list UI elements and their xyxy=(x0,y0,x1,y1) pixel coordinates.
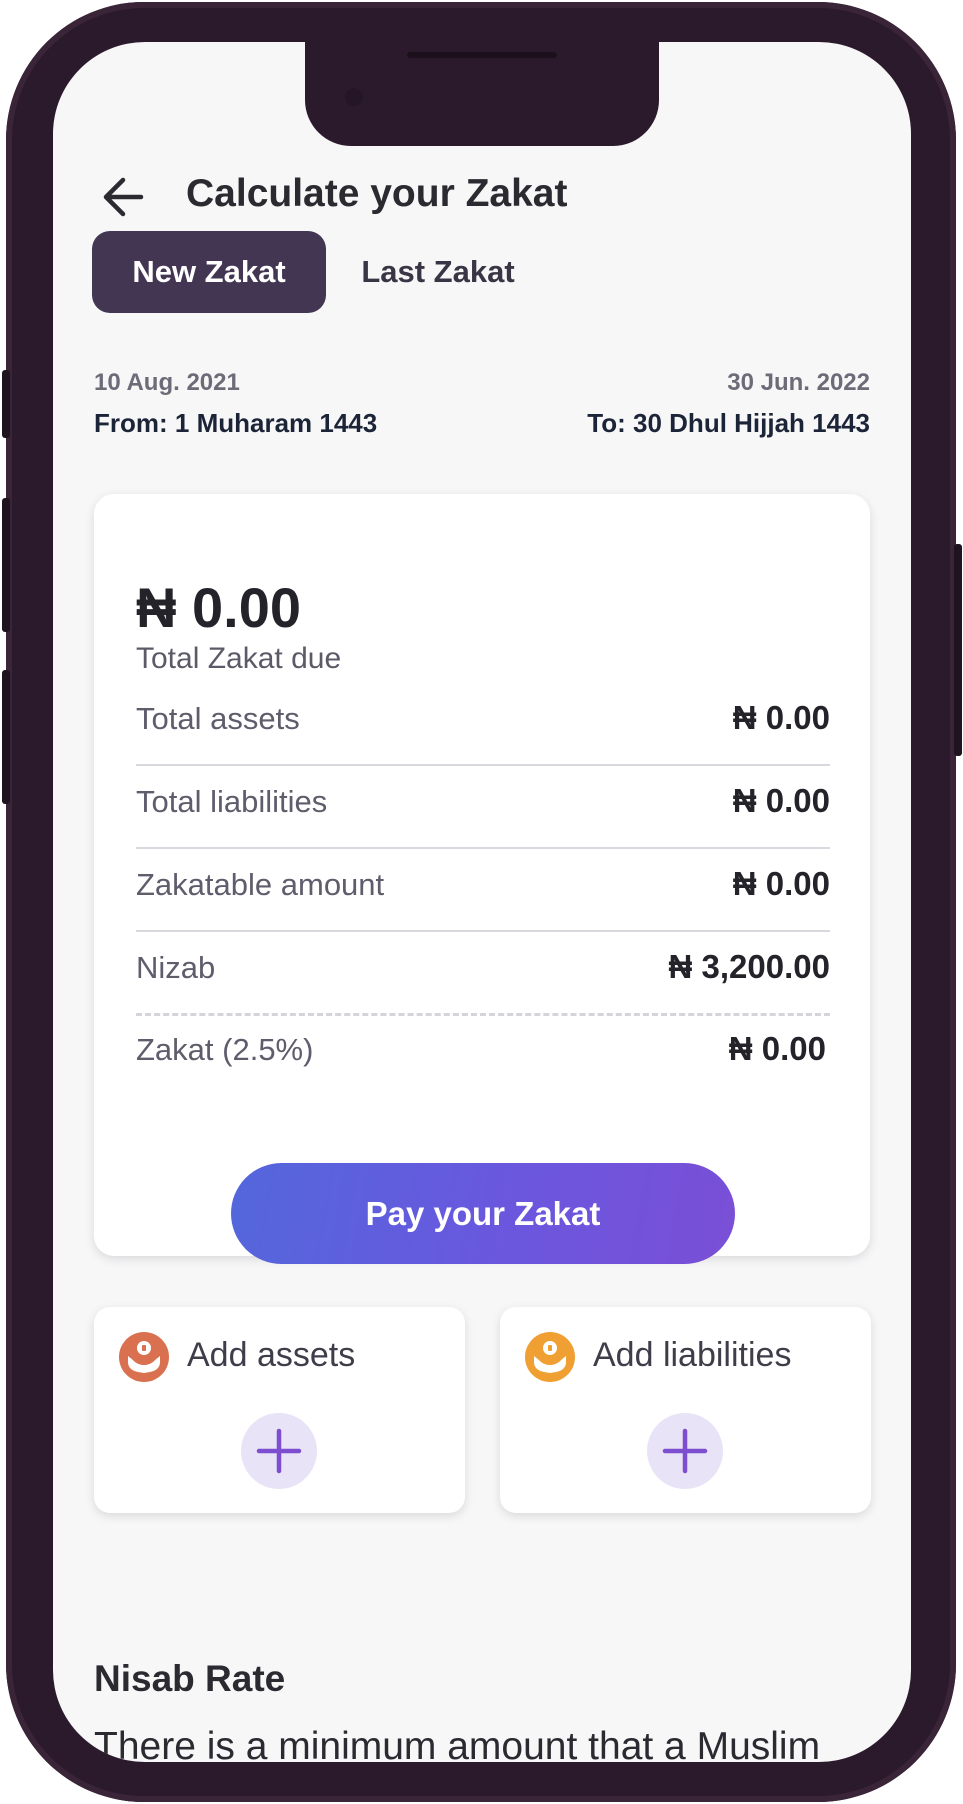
power-button xyxy=(954,544,962,756)
pay-zakat-button[interactable]: Pay your Zakat xyxy=(231,1163,735,1264)
add-assets-label: Add assets xyxy=(187,1336,356,1374)
device-mockup: Calculate your Zakat New Zakat Last Zaka… xyxy=(0,0,963,1804)
period-end: 30 Jun. 2022 To: 30 Dhul Hijjah 1443 xyxy=(587,366,870,440)
back-button[interactable] xyxy=(97,170,151,224)
nisab-rate-description: There is a minimum amount that a Muslim … xyxy=(94,1725,821,1762)
start-gregorian-date: 10 Aug. 2021 xyxy=(94,369,240,396)
zakat-period: 10 Aug. 2021 From: 1 Muharam 1443 30 Jun… xyxy=(94,366,870,446)
add-liabilities-button[interactable] xyxy=(647,1413,723,1489)
arrow-left-icon xyxy=(103,177,144,217)
row-value: ₦ 0.00 xyxy=(728,1030,826,1067)
summary-row-total-liabilities: Total liabilities ₦ 0.00 xyxy=(136,764,830,849)
row-label: Zakat (2.5%) xyxy=(136,1032,314,1067)
row-value: ₦ 0.00 xyxy=(732,782,830,819)
hands-coin-icon xyxy=(525,1332,575,1382)
total-zakat-due-label: Total Zakat due xyxy=(136,642,342,675)
earpiece-speaker xyxy=(407,52,557,58)
app-header: Calculate your Zakat xyxy=(53,162,911,232)
summary-row-nizab: Nizab ₦ 3,200.00 xyxy=(136,930,830,1016)
add-liabilities-label: Add liabilities xyxy=(593,1336,792,1374)
plus-icon xyxy=(662,1428,708,1474)
phone-notch xyxy=(305,42,659,146)
summary-row-zakatable-amount: Zakatable amount ₦ 0.00 xyxy=(136,847,830,932)
row-label: Total liabilities xyxy=(136,784,328,819)
app-screen: Calculate your Zakat New Zakat Last Zaka… xyxy=(53,42,911,1762)
row-value: ₦ 0.00 xyxy=(732,865,830,902)
zakat-tabs: New Zakat Last Zakat xyxy=(92,231,872,313)
add-liabilities-card[interactable]: Add liabilities xyxy=(500,1307,871,1513)
row-label: Nizab xyxy=(136,950,216,985)
row-value: ₦ 3,200.00 xyxy=(668,948,830,985)
tab-last-zakat[interactable]: Last Zakat xyxy=(348,231,528,313)
end-hijri-date: To: 30 Dhul Hijjah 1443 xyxy=(587,408,870,438)
plus-icon xyxy=(256,1428,302,1474)
nisab-rate-heading: Nisab Rate xyxy=(94,1658,286,1699)
volume-down-button xyxy=(2,670,10,804)
total-zakat-due-amount: ₦ 0.00 xyxy=(136,576,301,639)
add-assets-card[interactable]: Add assets xyxy=(94,1307,465,1513)
add-assets-button[interactable] xyxy=(241,1413,317,1489)
mute-switch xyxy=(2,370,10,438)
page-title: Calculate your Zakat xyxy=(186,172,568,215)
zakat-summary-card: ₦ 0.00 Total Zakat due Total assets ₦ 0.… xyxy=(94,494,870,1264)
volume-up-button xyxy=(2,498,10,632)
period-start: 10 Aug. 2021 From: 1 Muharam 1443 xyxy=(94,366,377,440)
end-gregorian-date: 30 Jun. 2022 xyxy=(727,369,870,396)
summary-row-zakat-rate: Zakat (2.5%) ₦ 0.00 xyxy=(136,1012,830,1095)
front-camera xyxy=(345,88,363,106)
hands-coin-icon xyxy=(119,1332,169,1382)
tab-new-zakat[interactable]: New Zakat xyxy=(92,231,326,313)
row-label: Zakatable amount xyxy=(136,867,385,902)
row-label: Total assets xyxy=(136,701,300,736)
start-hijri-date: From: 1 Muharam 1443 xyxy=(94,408,378,438)
summary-row-total-assets: Total assets ₦ 0.00 xyxy=(136,681,830,766)
row-value: ₦ 0.00 xyxy=(732,699,830,736)
